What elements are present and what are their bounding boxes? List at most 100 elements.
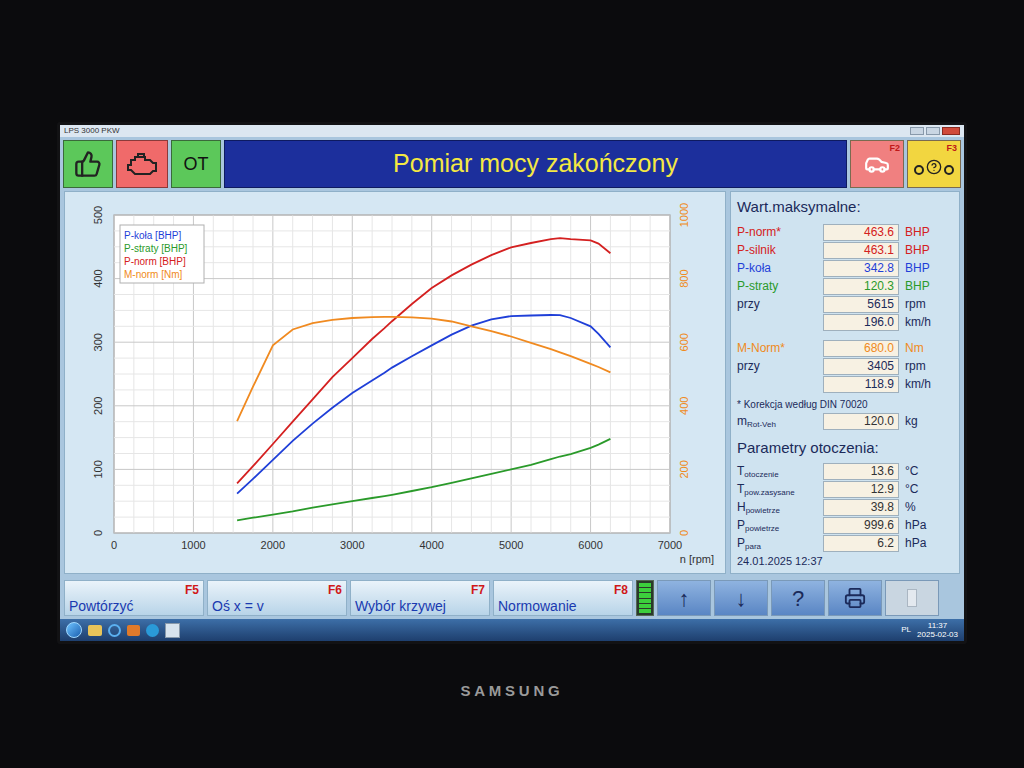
window-controls <box>910 127 960 135</box>
row-value: 342.8 <box>823 260 899 277</box>
row-label: P-silnik <box>737 243 817 258</box>
x-axis-label: n [rpm] <box>680 553 714 565</box>
minimize-icon[interactable] <box>910 127 924 135</box>
language-indicator[interactable]: PL <box>901 624 911 636</box>
function-key[interactable]: PowtórzyćF5 <box>64 580 204 616</box>
param-label: Ppowietrze <box>737 518 817 533</box>
value-row: P-straty120.3BHP <box>737 278 953 295</box>
media-icon[interactable] <box>127 625 140 636</box>
param-label: Hpowietrze <box>737 500 817 515</box>
close-icon[interactable] <box>942 127 960 135</box>
thumbs-up-icon <box>74 150 102 178</box>
series-line <box>237 316 610 420</box>
param-unit: % <box>905 500 953 515</box>
series-line <box>237 238 610 483</box>
start-icon[interactable] <box>66 622 82 638</box>
function-key-code: F6 <box>328 581 342 599</box>
row-value: 680.0 <box>823 340 899 357</box>
nav-button[interactable] <box>885 580 939 616</box>
legend-item: P-norm [BHP] <box>124 256 186 267</box>
maximize-icon[interactable] <box>926 127 940 135</box>
left-tick: 500 <box>92 205 104 223</box>
toolbar-key[interactable]: F2 <box>850 140 904 188</box>
param-unit: °C <box>905 464 953 479</box>
nav-button[interactable]: ? <box>771 580 825 616</box>
app-icon[interactable] <box>165 623 180 638</box>
param-row: Tpow.zasysane12.9°C <box>737 481 953 498</box>
function-key-code: F8 <box>614 581 628 599</box>
row-unit: Nm <box>905 341 953 356</box>
chart-panel: 01000200030004000500060007000n [rpm]0100… <box>64 191 726 574</box>
function-key-label: Wybór krzywej <box>355 598 446 615</box>
row-value: 3405 <box>823 358 899 375</box>
param-row: mRot-Veh120.0kg <box>737 413 953 430</box>
row-label: przy <box>737 359 817 374</box>
clock[interactable]: 11:372025-02-03 <box>917 621 958 639</box>
param-unit: hPa <box>905 536 953 551</box>
status-title: Pomiar mocy zakończony <box>224 140 847 188</box>
param-label: Totoczenie <box>737 464 817 479</box>
monitor-brand: SAMSUNG <box>461 680 564 703</box>
right-tick: 200 <box>678 460 690 478</box>
row-value: 5615 <box>823 296 899 313</box>
page: LPS 3000 PKW OT Pomiar mocy zakończony F2 F3… <box>0 0 1024 768</box>
param-value: 12.9 <box>823 481 899 498</box>
blank-icon <box>907 589 917 607</box>
function-key-code: F5 <box>185 581 199 599</box>
param-value: 999.6 <box>823 517 899 534</box>
right-tick: 1000 <box>678 202 690 226</box>
nav-button-label: ↑ <box>679 582 690 615</box>
power-chart: 01000200030004000500060007000n [rpm]0100… <box>70 197 720 569</box>
row-unit: BHP <box>905 261 953 276</box>
function-key-label: Normowanie <box>498 598 577 615</box>
param-value: 13.6 <box>823 463 899 480</box>
row-value: 120.3 <box>823 278 899 295</box>
correction-note: * Korekcja według DIN 70020 <box>737 398 953 412</box>
row-unit: BHP <box>905 225 953 240</box>
status-title-text: Pomiar mocy zakończony <box>393 145 678 183</box>
left-tick: 300 <box>92 333 104 351</box>
ot-label: OT <box>184 151 209 178</box>
left-tick: 400 <box>92 269 104 287</box>
environment-title: Parametry otoczenia: <box>737 437 953 460</box>
wheels-help-icon <box>914 159 954 175</box>
edge-icon[interactable] <box>146 624 159 637</box>
browser-icon[interactable] <box>108 624 121 637</box>
x-tick: 5000 <box>499 539 523 551</box>
legend-item: P-straty [BHP] <box>124 243 188 254</box>
right-tick: 600 <box>678 333 690 351</box>
row-value: 463.6 <box>823 224 899 241</box>
row-unit: km/h <box>905 377 953 392</box>
x-tick: 6000 <box>578 539 602 551</box>
x-tick: 4000 <box>419 539 443 551</box>
param-row: Hpowietrze39.8% <box>737 499 953 516</box>
function-key[interactable]: Wybór krzywejF7 <box>350 580 490 616</box>
function-key[interactable]: Oś x = vF6 <box>207 580 347 616</box>
series-line <box>237 315 610 494</box>
toolbar-key[interactable]: F3 <box>907 140 961 188</box>
legend-item: P-koła [BHP] <box>124 230 181 241</box>
value-row: M-Norm*680.0Nm <box>737 340 953 357</box>
nav-button[interactable]: ↓ <box>714 580 768 616</box>
measurement-date: 24.01.2025 12:37 <box>737 553 953 570</box>
x-tick: 2000 <box>261 539 285 551</box>
toolbar-key-label: F3 <box>946 142 957 156</box>
title-bar: LPS 3000 PKW <box>60 125 964 137</box>
nav-button-label: ↓ <box>736 582 747 615</box>
nav-button[interactable] <box>828 580 882 616</box>
clock-time: 11:37 <box>928 621 947 630</box>
value-row: 118.9km/h <box>737 376 953 393</box>
series-line <box>237 438 610 519</box>
param-label: mRot-Veh <box>737 414 817 429</box>
clock-date: 2025-02-03 <box>917 630 958 639</box>
folder-icon[interactable] <box>88 625 102 636</box>
nav-button[interactable]: ↑ <box>657 580 711 616</box>
left-tick: 200 <box>92 396 104 414</box>
row-value: 463.1 <box>823 242 899 259</box>
left-tick: 100 <box>92 460 104 478</box>
toolbar: OT Pomiar mocy zakończony F2 F3 <box>60 137 964 191</box>
monitor: LPS 3000 PKW OT Pomiar mocy zakończony F2 F3… <box>57 122 967 644</box>
row-unit: BHP <box>905 279 953 294</box>
function-key[interactable]: Normowanie F8 <box>493 580 633 616</box>
taskbar: PL 11:372025-02-03 <box>60 619 964 641</box>
